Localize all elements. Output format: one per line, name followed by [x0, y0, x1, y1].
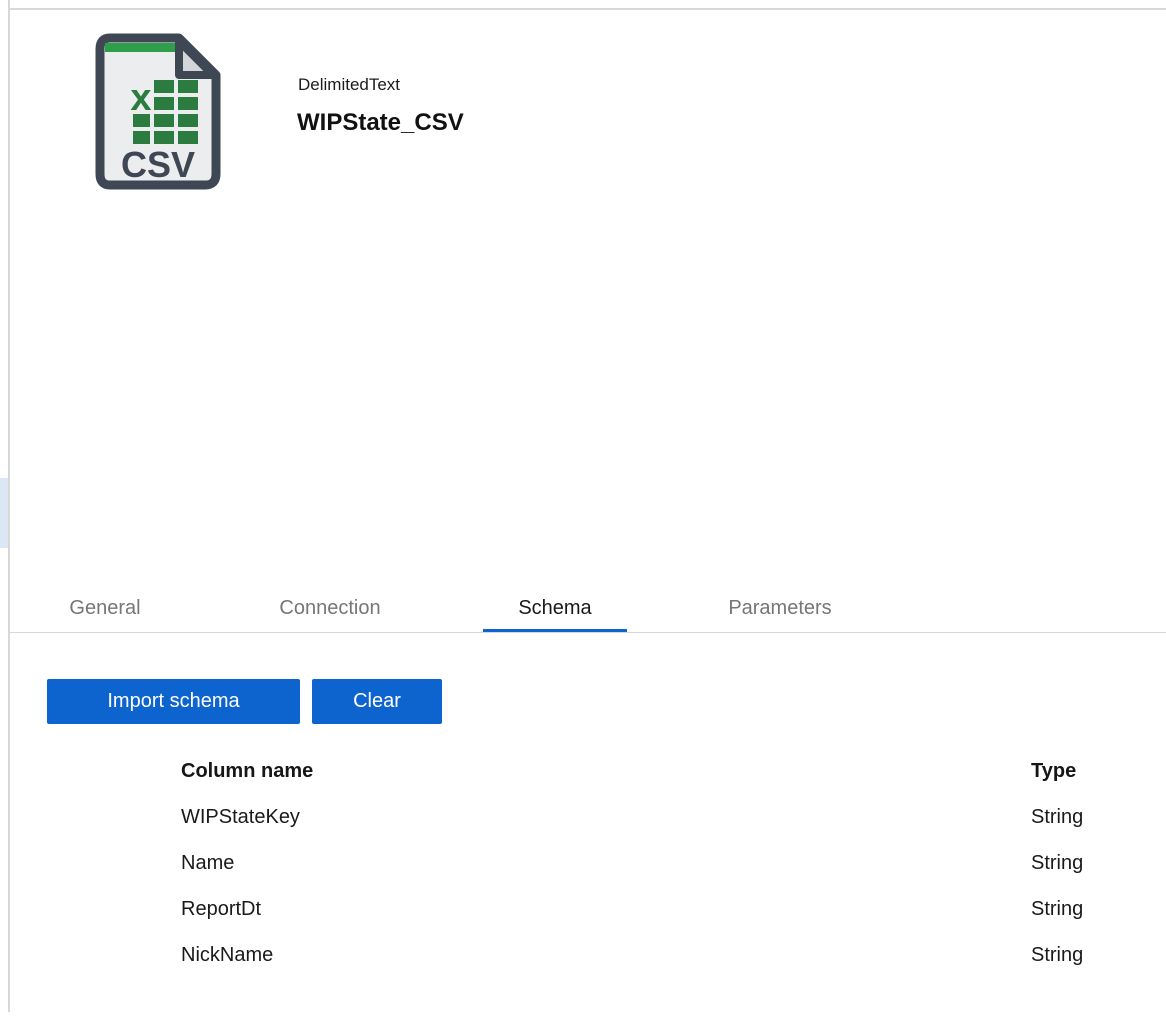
column-name-cell[interactable]: Name: [181, 852, 234, 875]
table-row[interactable]: WIPStateKey String: [181, 794, 1166, 840]
dataset-name: WIPState_CSV: [297, 109, 464, 136]
csv-file-icon: x CSV: [95, 33, 221, 190]
column-name-header: Column name: [181, 759, 314, 782]
panel-left-border: [8, 0, 10, 1012]
type-header: Type: [1031, 759, 1077, 782]
schema-table-header-row: Column name Type: [181, 748, 1166, 794]
column-name-cell[interactable]: ReportDt: [181, 898, 261, 921]
type-cell[interactable]: String: [1031, 852, 1083, 875]
import-schema-button[interactable]: Import schema: [47, 679, 300, 724]
tab-bar-divider: [8, 632, 1166, 633]
tab-schema[interactable]: Schema: [480, 585, 630, 633]
column-name-cell[interactable]: NickName: [181, 944, 273, 967]
table-row[interactable]: ReportDt String: [181, 886, 1166, 932]
tab-schema-label: Schema: [518, 597, 592, 619]
tab-connection[interactable]: Connection: [255, 585, 405, 632]
type-cell[interactable]: String: [1031, 944, 1083, 967]
panel-top-border: [8, 8, 1166, 10]
schema-table: Column name Type WIPStateKey String Name…: [181, 748, 1166, 978]
csv-icon-label: CSV: [121, 144, 195, 185]
tab-parameters[interactable]: Parameters: [705, 585, 855, 632]
type-cell[interactable]: String: [1031, 898, 1083, 921]
tab-general-label: General: [69, 597, 141, 619]
dataset-editor-panel: x CSV DelimitedText WIPState_CSV General…: [0, 0, 1166, 1018]
table-row[interactable]: Name String: [181, 840, 1166, 886]
tab-bar: General Connection Schema Parameters: [8, 585, 1166, 633]
dataset-type-label: DelimitedText: [298, 75, 401, 94]
sidebar-selection-indicator: [0, 478, 8, 548]
tab-connection-label: Connection: [279, 597, 381, 619]
excel-x-glyph: x: [130, 77, 151, 119]
table-row[interactable]: NickName String: [181, 932, 1166, 978]
tab-general[interactable]: General: [30, 585, 180, 632]
tab-parameters-label: Parameters: [728, 597, 832, 619]
clear-button[interactable]: Clear: [312, 679, 442, 724]
type-cell[interactable]: String: [1031, 806, 1083, 829]
column-name-cell[interactable]: WIPStateKey: [181, 806, 300, 829]
